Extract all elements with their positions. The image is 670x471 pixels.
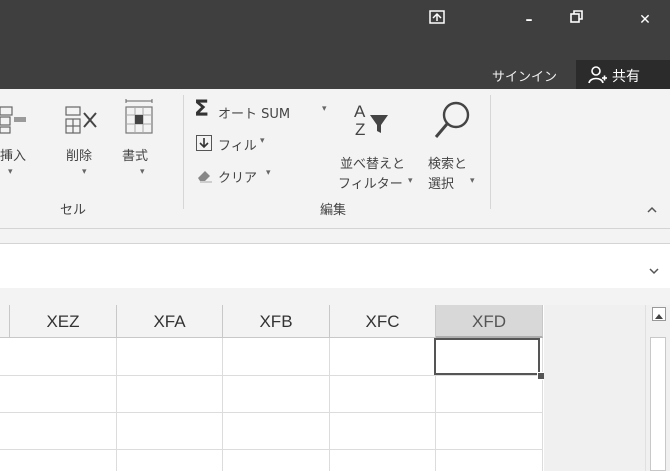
delete-dropdown-icon: ▾	[82, 167, 87, 177]
column-line	[542, 338, 543, 471]
formula-bar-expand-button[interactable]	[648, 260, 660, 279]
column-line	[329, 338, 330, 471]
minimize-button[interactable]: –	[514, 10, 544, 30]
collapse-ribbon-button[interactable]	[646, 203, 658, 218]
title-bar: – ✕ サインイン 共有	[0, 0, 670, 89]
search-icon	[434, 101, 470, 138]
find-select-label-line2: 選択	[428, 177, 455, 192]
close-button[interactable]: ✕	[630, 10, 660, 30]
sort-filter-label-line1: 並べ替えと	[340, 157, 406, 172]
group-separator	[490, 95, 491, 209]
active-cell[interactable]	[434, 338, 540, 375]
sort-filter-dropdown-icon: ▾	[408, 176, 413, 186]
share-button[interactable]: 共有	[576, 60, 670, 89]
scroll-thumb[interactable]	[650, 337, 666, 471]
delete-button[interactable]: 削除 ▾	[62, 95, 112, 185]
ribbon-display-options-glyph	[429, 10, 445, 24]
format-cells-icon	[125, 99, 153, 134]
column-header[interactable]: XFC	[330, 305, 436, 338]
group-separator	[183, 95, 184, 209]
formula-gap	[0, 288, 670, 305]
sigma-icon: Σ	[194, 97, 210, 122]
ribbon-display-options-icon[interactable]	[422, 10, 452, 30]
format-dropdown-icon: ▾	[140, 167, 145, 177]
restore-icon	[570, 10, 583, 23]
delete-cells-icon	[65, 106, 97, 134]
row-line	[0, 449, 543, 450]
svg-text:A: A	[354, 102, 366, 121]
insert-cells-icon	[0, 106, 26, 134]
insert-label: 挿入	[0, 149, 27, 164]
find-select-button[interactable]: 検索と 選択 ▾	[424, 97, 486, 201]
column-line	[222, 338, 223, 471]
fill-dropdown-icon: ▾	[260, 136, 265, 146]
cells-group-label: セル	[60, 203, 87, 218]
clear-label: クリア	[218, 171, 258, 186]
eraser-icon	[198, 171, 212, 183]
insert-button[interactable]: 挿入 ▾	[0, 95, 42, 185]
column-line	[116, 338, 117, 471]
autosum-button[interactable]: Σ オート SUM ▾	[194, 97, 334, 123]
restore-button[interactable]	[562, 10, 592, 30]
editing-group-label: 編集	[320, 203, 347, 218]
svg-text:Z: Z	[355, 120, 365, 139]
column-header-selected[interactable]: XFD	[436, 305, 543, 338]
sort-filter-label-line2: フィルター	[338, 177, 403, 192]
ribbon: 挿入 ▾ 削除 ▾ 書式 ▾ セル Σ オート SUM ▾ フィル ▾ クリア …	[0, 89, 670, 229]
triangle-up-icon	[655, 314, 663, 319]
clear-button[interactable]: クリア ▾	[196, 165, 286, 187]
share-label: 共有	[612, 69, 640, 85]
column-header-edge[interactable]	[0, 305, 10, 338]
signin-link[interactable]: サインイン	[492, 66, 557, 85]
find-select-label-line1: 検索と	[428, 157, 468, 172]
format-label: 書式	[122, 149, 149, 164]
column-header[interactable]: XFA	[117, 305, 223, 338]
column-header[interactable]: XEZ	[10, 305, 117, 338]
sort-filter-button[interactable]: A Z 並べ替えと フィルター ▾	[338, 97, 416, 201]
row-line	[0, 412, 543, 413]
share-person-icon	[588, 66, 607, 84]
formula-bar[interactable]	[0, 243, 670, 289]
autosum-dropdown-icon: ▾	[322, 104, 327, 114]
vertical-scrollbar[interactable]	[645, 305, 670, 471]
scroll-up-button[interactable]	[652, 307, 666, 321]
fill-label: フィル	[218, 139, 257, 154]
insert-dropdown-icon: ▾	[8, 167, 13, 177]
column-header[interactable]: XFB	[223, 305, 330, 338]
chevron-down-icon	[649, 268, 659, 275]
clear-dropdown-icon: ▾	[266, 168, 271, 178]
sheet-background	[544, 305, 645, 471]
delete-label: 削除	[66, 149, 93, 164]
ribbon-gap	[0, 229, 670, 243]
sort-filter-icon: A Z	[354, 102, 388, 139]
format-button[interactable]: 書式 ▾	[118, 95, 168, 185]
fill-down-icon	[196, 135, 212, 151]
fill-button[interactable]: フィル ▾	[196, 133, 286, 155]
find-select-dropdown-icon: ▾	[470, 176, 475, 186]
row-line	[0, 375, 543, 376]
autosum-label: オート SUM	[218, 107, 291, 122]
chevron-up-icon	[647, 206, 657, 213]
